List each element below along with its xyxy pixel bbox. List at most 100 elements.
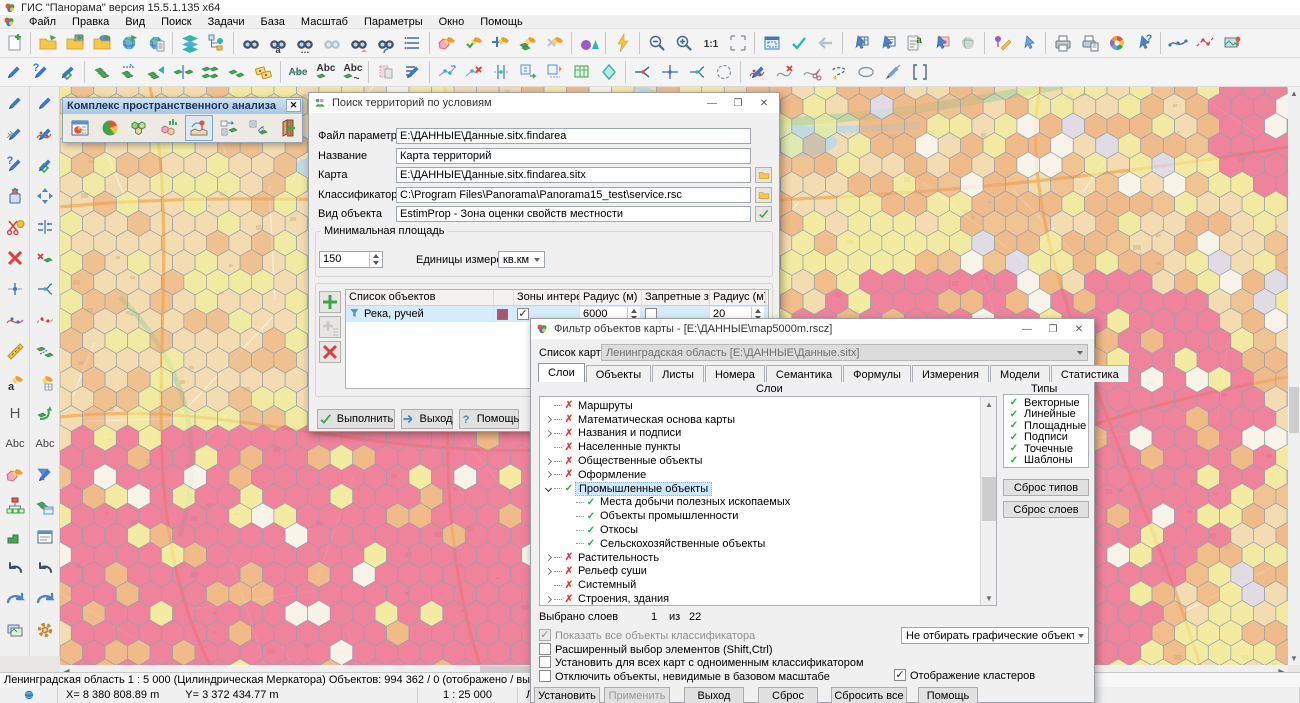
lt-scissors-thread[interactable] <box>0 211 30 242</box>
scale-cell[interactable]: 1 : 25 000 <box>418 687 518 703</box>
tb-binoculars-gray[interactable] <box>318 30 345 56</box>
menu-Параметры[interactable]: Параметры <box>356 15 431 29</box>
filter-Сбросить все-button[interactable]: Сбросить все <box>831 687 907 703</box>
tab-Формулы[interactable]: Формулы <box>843 365 911 382</box>
spin-down-icon[interactable] <box>370 260 382 268</box>
tb-cursor-map[interactable] <box>927 30 954 56</box>
filter-Установить-button[interactable]: Установить <box>534 687 600 703</box>
tree-label[interactable]: Рельеф суши <box>575 565 650 577</box>
tree-label[interactable]: Названия и подписи <box>575 427 684 439</box>
tree-row[interactable]: ✗Системный <box>542 578 979 592</box>
tree-label[interactable]: Сельскохозяйственные объекты <box>597 538 768 550</box>
tree-row[interactable]: ✗Маршруты <box>542 399 979 413</box>
check-icon[interactable]: ✓ <box>585 511 597 522</box>
lt-undo-dark[interactable] <box>30 552 60 583</box>
search-Выход-button[interactable]: Выход <box>401 409 453 429</box>
tb-curve-x[interactable] <box>771 59 798 85</box>
lt-funnel-pencil[interactable] <box>30 459 60 490</box>
analysis-hex-bars[interactable] <box>155 115 183 141</box>
select-type-button[interactable] <box>755 206 772 222</box>
reset-types-button[interactable]: Сброс типов <box>1003 479 1089 496</box>
clusters-checkbox[interactable] <box>894 669 906 681</box>
tree-label[interactable]: Математическая основа карты <box>575 414 738 426</box>
type-Площадные[interactable]: ✓Площадные <box>1008 420 1088 432</box>
tree-row[interactable]: ✗Общественные объекты <box>542 454 979 468</box>
tb-binoculars-home[interactable] <box>345 30 372 56</box>
tb-polyline-smooth[interactable] <box>1164 30 1191 56</box>
scroll-up-icon[interactable]: ▲ <box>981 397 997 411</box>
map-list-combo[interactable]: Ленинградская область [E:\ДАННЫЕ\Данные.… <box>601 344 1088 361</box>
tree-expander[interactable] <box>542 597 554 602</box>
tree-scrollbar[interactable]: ▲▼ <box>980 397 996 605</box>
tree-label[interactable]: Места добычи полезных ископаемых <box>597 496 793 508</box>
dropdown-arrow-icon[interactable] <box>530 252 544 267</box>
expander-collapsed-icon[interactable] <box>544 430 551 437</box>
tb-curve-cut[interactable] <box>798 59 825 85</box>
menu-Масштаб[interactable]: Масштаб <box>293 15 356 29</box>
lt-move-arrows[interactable] <box>30 180 60 211</box>
lt-node-split[interactable] <box>0 273 30 304</box>
tb-doc-new[interactable] <box>0 30 27 56</box>
tb-zoom-out[interactable] <box>643 30 670 56</box>
tree-row[interactable]: ✓Объекты промышленности <box>542 509 979 523</box>
tb-pair-green[interactable] <box>223 59 250 85</box>
dropdown-arrow-icon[interactable] <box>1073 345 1087 360</box>
close-button[interactable]: ✕ <box>751 93 777 113</box>
check-icon[interactable]: ✓ <box>563 483 575 494</box>
scroll-up-icon[interactable]: ▲ <box>1288 87 1300 100</box>
expander-collapsed-icon[interactable] <box>544 596 551 603</box>
tree-row[interactable]: ✓Места добычи полезных ископаемых <box>542 496 979 510</box>
tb-list-pencil[interactable] <box>399 59 426 85</box>
filter-checkbox-3[interactable] <box>539 656 551 668</box>
type-Линейные[interactable]: ✓Линейные <box>1008 409 1088 421</box>
lt-align-split[interactable] <box>30 211 60 242</box>
tree-label[interactable]: Растительность <box>575 552 662 564</box>
type-Векторные[interactable]: ✓Векторные <box>1008 397 1088 409</box>
map-vscrollbar[interactable]: ▲ ▼ <box>1288 87 1300 665</box>
tb-lasso[interactable] <box>825 59 852 85</box>
tb-clipboard-a[interactable]: a <box>900 30 927 56</box>
filter-dialog-titlebar[interactable]: Фильтр объектов карты - [E:\ДАННЫЕ\map50… <box>531 319 1094 339</box>
tb-one-one[interactable]: 1:1 <box>697 30 724 56</box>
field-1-input[interactable]: E:\ДАННЫЕ\Данные.sitx.findarea <box>396 128 751 144</box>
lt-torch-area[interactable] <box>0 459 30 490</box>
tree-row[interactable]: ✗Математическая основа карты <box>542 413 979 427</box>
tb-pencil-question[interactable]: ? <box>27 59 54 85</box>
field-4-input[interactable]: C:\Program Files\Panorama\Panorama15_tes… <box>396 187 751 203</box>
tb-curve-pencil[interactable] <box>744 59 771 85</box>
menu-Задачи[interactable]: Задачи <box>200 15 253 29</box>
tb-grid-green[interactable] <box>568 59 595 85</box>
tree-row[interactable]: ✓Промышленные объекты <box>542 482 979 496</box>
tb-pen-slash[interactable] <box>879 59 906 85</box>
expander-collapsed-icon[interactable] <box>544 471 551 478</box>
tb-arrow-split[interactable] <box>629 59 656 85</box>
analysis-exit-door[interactable] <box>274 115 302 141</box>
analysis-panel-titlebar[interactable]: Комплекс пространственного анализа ✕ <box>63 98 302 114</box>
close-button[interactable]: ✕ <box>1066 319 1092 339</box>
tb-pencil[interactable] <box>0 59 27 85</box>
analysis-stat-table[interactable] <box>66 115 94 141</box>
close-icon[interactable]: ✕ <box>286 99 301 112</box>
tb-dots-arrow[interactable] <box>433 59 460 85</box>
spin-up-icon[interactable] <box>628 307 640 314</box>
tb-node-bars[interactable] <box>487 59 514 85</box>
lt-spline-dots[interactable] <box>30 304 60 335</box>
field-5-input[interactable]: EstimProp - Зона оценки свойств местност… <box>396 206 751 222</box>
filter-Помощь-button[interactable]: Помощь <box>918 687 978 703</box>
reset-layers-button[interactable]: Сброс слоев <box>1003 501 1089 518</box>
lt-redo-blue[interactable] <box>30 583 60 614</box>
tb-folder-open[interactable] <box>34 30 61 56</box>
lt-x-shape-green[interactable] <box>30 242 60 273</box>
tb-torch-area[interactable] <box>433 30 460 56</box>
tb-scatter-green[interactable] <box>196 59 223 85</box>
tb-printer[interactable] <box>1049 30 1076 56</box>
minimize-button[interactable]: — <box>1014 319 1040 339</box>
tab-Номера[interactable]: Номера <box>705 365 765 382</box>
lt-spline-edit[interactable] <box>0 304 30 335</box>
analysis-hex-green[interactable] <box>126 115 154 141</box>
tb-pin-ruler[interactable] <box>988 30 1015 56</box>
menu-База[interactable]: База <box>253 15 293 29</box>
lt-gear-orange[interactable] <box>30 614 60 645</box>
tb-binoculars-refresh[interactable] <box>372 30 399 56</box>
tb-abc-tilde[interactable]: Abc <box>338 59 365 85</box>
